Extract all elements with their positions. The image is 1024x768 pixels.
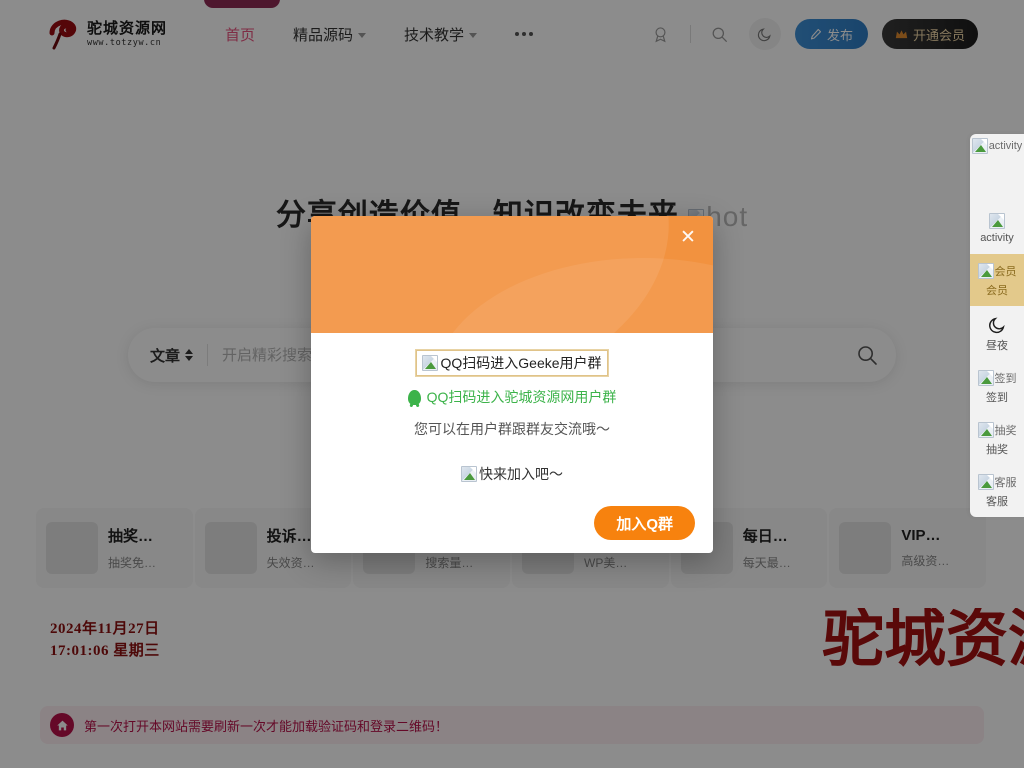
sidebar-item-lottery[interactable]: 抽奖 抽奖: [970, 413, 1024, 465]
close-icon[interactable]: ✕: [677, 226, 699, 248]
broken-image-icon: activity: [971, 138, 1023, 154]
join-image[interactable]: 快来加入吧～: [461, 464, 563, 484]
join-qq-group-button[interactable]: 加入Q群: [594, 506, 695, 540]
modal-description: 您可以在用户群跟群友交流哦～: [414, 421, 610, 437]
sidebar-item-label: 签到: [986, 392, 1008, 404]
broken-image-icon: 签到: [977, 370, 1017, 386]
broken-image-icon: 客服: [977, 474, 1017, 490]
modal-banner: ✕: [311, 216, 713, 333]
sidebar-item-daynight[interactable]: 昼夜: [970, 306, 1024, 361]
qq-penguin-icon: [407, 389, 421, 405]
sidebar-item-label: 会员: [986, 285, 1008, 297]
sidebar-item-label: 昼夜: [986, 340, 1008, 352]
broken-image-icon: [422, 355, 439, 371]
broken-image-icon: 会员: [977, 263, 1017, 279]
sidebar-item-alt: 客服: [994, 477, 1017, 489]
modal-body: QQ扫码进入Geeke用户群 QQ扫码进入驼城资源网用户群 您可以在用户群跟群友…: [311, 333, 713, 553]
qr-image-alt-text: QQ扫码进入Geeke用户群: [440, 355, 602, 371]
sidebar-item-alt: 签到: [994, 373, 1017, 385]
qq-group-link-label: QQ扫码进入驼城资源网用户群: [426, 389, 617, 405]
moon-icon: [988, 315, 1007, 334]
broken-image-icon: [461, 466, 477, 482]
qq-group-link[interactable]: QQ扫码进入驼城资源网用户群: [407, 387, 617, 407]
sidebar-item-alt: 会员: [994, 266, 1017, 278]
broken-image-icon: [989, 213, 1005, 229]
qr-code-image[interactable]: QQ扫码进入Geeke用户群: [415, 349, 609, 377]
sidebar-item-activity-2[interactable]: activity: [970, 162, 1024, 254]
sidebar-item-alt: 抽奖: [994, 425, 1017, 437]
join-image-alt-text: 快来加入吧～: [479, 466, 563, 482]
sidebar-item-label: activity: [980, 232, 1014, 244]
qq-group-modal: ✕ QQ扫码进入Geeke用户群 QQ扫码进入驼城资源网用户群 您可以在用户群跟…: [311, 216, 713, 553]
sidebar-item-vip[interactable]: 会员 会员: [970, 254, 1024, 306]
sidebar-item-label: 客服: [986, 496, 1008, 508]
sidebar-item-checkin[interactable]: 签到 签到: [970, 361, 1024, 413]
sidebar-item-alt: activity: [988, 140, 1023, 152]
sidebar-item-activity-1[interactable]: activity: [970, 134, 1024, 162]
broken-image-icon: 抽奖: [977, 422, 1017, 438]
right-sidebar: activity activity 会员 会员 昼夜 签到 签到 抽奖 抽奖 客…: [970, 134, 1024, 517]
sidebar-item-label: 抽奖: [986, 444, 1008, 456]
sidebar-item-support[interactable]: 客服 客服: [970, 465, 1024, 517]
